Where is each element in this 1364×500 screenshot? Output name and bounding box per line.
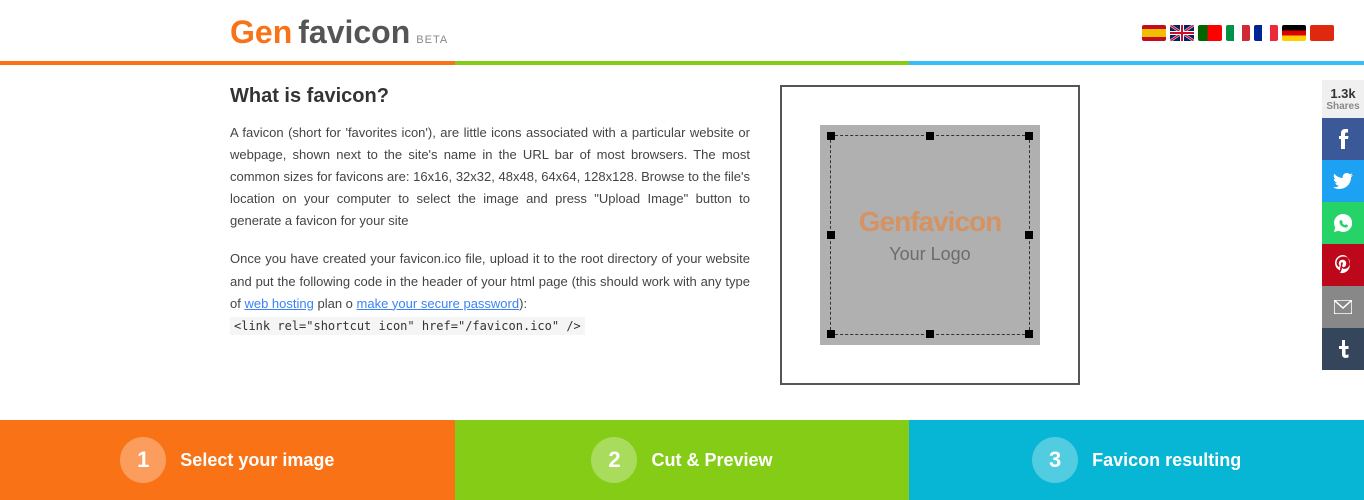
flag-es[interactable] [1142, 25, 1166, 41]
flag-it[interactable] [1226, 25, 1250, 41]
description-1: A favicon (short for 'favorites icon'), … [230, 122, 750, 232]
step-2-label: Cut & Preview [651, 450, 772, 471]
crop-overlay[interactable] [830, 135, 1030, 335]
pinterest-share-button[interactable] [1322, 244, 1364, 286]
colon-text: ): [519, 296, 527, 311]
shares-label: Shares [1326, 101, 1360, 112]
content-left: What is favicon? A favicon (short for 'f… [230, 85, 750, 385]
description-1-text: A favicon (short for 'favorites icon'), … [230, 125, 750, 228]
crop-handle-middle-left[interactable] [827, 231, 835, 239]
email-share-button[interactable] [1322, 286, 1364, 328]
flag-zh[interactable] [1310, 25, 1334, 41]
step-1-number: 1 [137, 447, 149, 473]
preview-box: Genfavicon Your Logo [780, 85, 1080, 385]
plan-text: plan o [317, 296, 352, 311]
logo-favicon-text: favicon [298, 14, 410, 51]
header: Genfavicon BETA [0, 0, 1364, 51]
secure-password-link[interactable]: make your secure password [357, 296, 520, 311]
flag-fr[interactable] [1254, 25, 1278, 41]
facebook-share-button[interactable] [1322, 118, 1364, 160]
logo-beta-badge: BETA [416, 34, 448, 46]
step-2-circle: 2 [591, 437, 637, 483]
preview-inner: Genfavicon Your Logo [820, 125, 1040, 345]
crop-handle-middle-right[interactable] [1025, 231, 1033, 239]
crop-handle-top-center[interactable] [926, 132, 934, 140]
step-3-label: Favicon resulting [1092, 450, 1241, 471]
share-number: 1.3k [1326, 86, 1360, 101]
code-snippet: <link rel="shortcut icon" href="/favicon… [230, 317, 585, 335]
logo[interactable]: Genfavicon BETA [230, 14, 448, 51]
description-2: Once you have created your favicon.ico f… [230, 248, 750, 336]
step-1-label: Select your image [180, 450, 334, 471]
steps-bar: 1 Select your image 2 Cut & Preview 3 Fa… [0, 420, 1364, 500]
tumblr-share-button[interactable] [1322, 328, 1364, 370]
section-title: What is favicon? [230, 85, 750, 108]
crop-handle-bottom-center[interactable] [926, 330, 934, 338]
logo-gen-text: Gen [230, 14, 292, 51]
social-sidebar: 1.3k Shares [1322, 80, 1364, 370]
step-3-number: 3 [1049, 447, 1061, 473]
flag-pt[interactable] [1198, 25, 1222, 41]
crop-handle-bottom-left[interactable] [827, 330, 835, 338]
step-2[interactable]: 2 Cut & Preview [455, 420, 910, 500]
language-selector [1142, 25, 1334, 41]
flag-de[interactable] [1282, 25, 1306, 41]
step-3[interactable]: 3 Favicon resulting [909, 420, 1364, 500]
whatsapp-share-button[interactable] [1322, 202, 1364, 244]
main-content: What is favicon? A favicon (short for 'f… [0, 65, 1364, 405]
social-share-count: 1.3k Shares [1322, 80, 1364, 118]
step-2-number: 2 [608, 447, 620, 473]
crop-handle-top-left[interactable] [827, 132, 835, 140]
step-3-circle: 3 [1032, 437, 1078, 483]
step-1-circle: 1 [120, 437, 166, 483]
flag-en[interactable] [1170, 25, 1194, 41]
web-hosting-link[interactable]: web hosting [244, 296, 313, 311]
twitter-share-button[interactable] [1322, 160, 1364, 202]
step-1[interactable]: 1 Select your image [0, 420, 455, 500]
crop-handle-bottom-right[interactable] [1025, 330, 1033, 338]
crop-handle-top-right[interactable] [1025, 132, 1033, 140]
